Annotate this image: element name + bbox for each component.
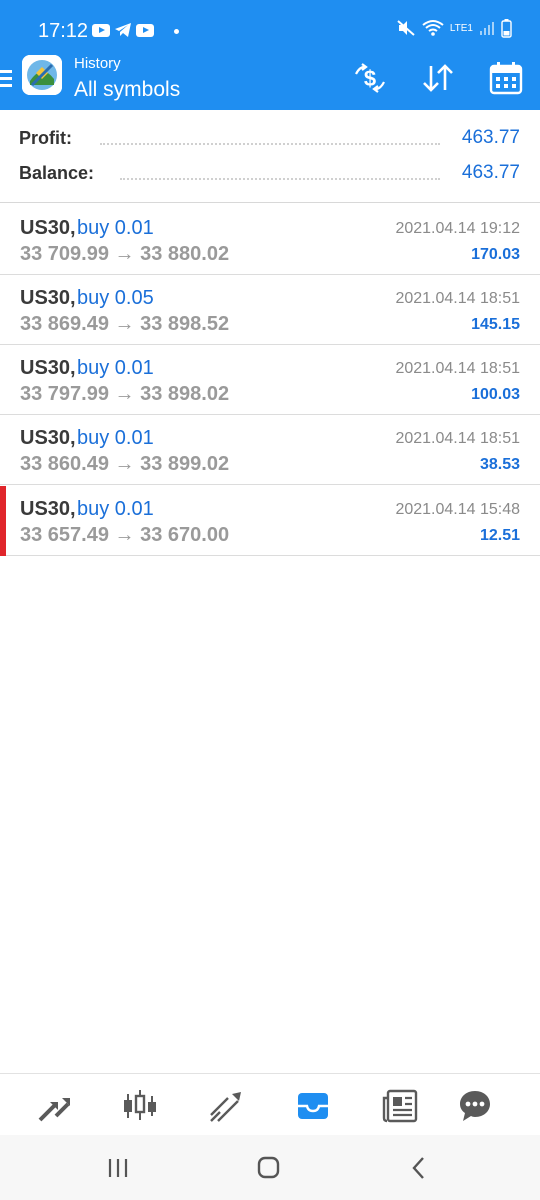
trade-side: buy 0.01 — [77, 498, 154, 520]
svg-text:$: $ — [364, 66, 376, 91]
selection-marker — [0, 486, 6, 556]
arrow-glyph: → — [114, 453, 135, 475]
trade-prices: 33 797.99 → 33 898.02 — [20, 383, 229, 406]
open-price: 33 797.99 — [20, 383, 109, 405]
arrow-glyph: → — [114, 383, 135, 405]
trade-side: buy 0.01 — [77, 427, 154, 449]
trade-prices: 33 860.49 → 33 899.02 — [20, 453, 229, 476]
trade-prices: 33 657.49 → 33 670.00 — [20, 524, 229, 547]
trade-time: 2021.04.14 19:12 — [395, 220, 520, 237]
open-price: 33 709.99 — [20, 243, 109, 265]
trade-row[interactable]: US30, buy 0.01 33 797.99 → 33 898.02 202… — [0, 345, 540, 415]
trade-symbol: US30, — [20, 427, 76, 449]
trade-time: 2021.04.14 18:51 — [395, 360, 520, 377]
close-price: 33 670.00 — [140, 524, 230, 546]
profit-value: 463.77 — [461, 127, 520, 148]
more-notifications-dot — [174, 29, 179, 34]
trade-side: buy 0.01 — [77, 357, 154, 379]
balance-value: 463.77 — [461, 162, 520, 183]
profit-label: Profit: — [19, 128, 72, 148]
trade-row-selected[interactable]: US30, buy 0.01 33 657.49 → 33 670.00 202… — [0, 486, 540, 556]
recent-apps-icon[interactable] — [103, 1155, 133, 1181]
close-price: 33 899.02 — [140, 453, 230, 475]
trade-time: 2021.04.14 15:48 — [395, 501, 520, 518]
trade-profit: 145.15 — [471, 316, 520, 333]
dotted-leader — [120, 178, 440, 180]
trade-profit: 100.03 — [471, 386, 520, 403]
trade-symbol: US30, — [20, 287, 76, 309]
open-price: 33 860.49 — [20, 453, 109, 475]
close-price: 33 898.02 — [140, 383, 230, 405]
screen-subtitle: History — [74, 55, 121, 72]
arrow-glyph: → — [114, 243, 135, 265]
symbol-filter[interactable]: All symbols — [74, 78, 180, 102]
system-status-icons: LTE1 — [396, 18, 512, 38]
youtube-icon — [92, 23, 110, 37]
sort-icon[interactable] — [420, 60, 456, 96]
trade-prices: 33 709.99 → 33 880.02 — [20, 243, 229, 266]
wifi-icon — [422, 20, 444, 36]
trade-side: buy 0.05 — [77, 287, 154, 309]
close-price: 33 880.02 — [140, 243, 230, 265]
candlestick-icon[interactable] — [122, 1088, 158, 1124]
trade-symbol: US30, — [20, 357, 76, 379]
youtube-icon — [136, 23, 154, 37]
balance-row: Balance: 463.77 — [0, 160, 540, 190]
close-price: 33 898.52 — [140, 313, 230, 335]
trade-side: buy 0.01 — [77, 217, 154, 239]
mute-icon — [397, 20, 415, 36]
balance-label: Balance: — [19, 163, 95, 183]
trade-profit: 38.53 — [479, 456, 520, 473]
trade-row[interactable]: US30, buy 0.05 33 869.49 → 33 898.52 202… — [0, 275, 540, 345]
inbox-icon[interactable] — [295, 1088, 331, 1124]
arrow-glyph: → — [114, 313, 135, 335]
open-price: 33 869.49 — [20, 313, 109, 335]
trade-time: 2021.04.14 18:51 — [395, 430, 520, 447]
signal-icon — [480, 22, 494, 35]
profit-row: Profit: 463.77 — [0, 125, 540, 155]
battery-icon — [501, 19, 512, 38]
bottom-tab-bar — [0, 1073, 540, 1135]
trade-profit: 170.03 — [471, 246, 520, 263]
trend-icon[interactable] — [208, 1088, 244, 1124]
network-type: LTE1 — [449, 22, 473, 34]
trade-profit: 12.51 — [479, 527, 520, 544]
trade-time: 2021.04.14 18:51 — [395, 290, 520, 307]
home-icon[interactable] — [253, 1155, 283, 1181]
dotted-leader — [100, 143, 440, 145]
calendar-icon[interactable] — [488, 60, 524, 96]
chat-icon[interactable] — [457, 1088, 493, 1124]
open-price: 33 657.49 — [20, 524, 109, 546]
system-nav-bar — [0, 1135, 540, 1200]
trade-row[interactable]: US30, buy 0.01 33 860.49 → 33 899.02 202… — [0, 415, 540, 485]
back-icon[interactable] — [405, 1155, 435, 1181]
newspaper-icon[interactable] — [382, 1088, 418, 1124]
menu-icon[interactable] — [0, 70, 12, 87]
app-bar: History All symbols $ — [0, 40, 540, 110]
trade-prices: 33 869.49 → 33 898.52 — [20, 313, 229, 336]
quotes-icon[interactable] — [36, 1088, 72, 1124]
metatrader-logo[interactable] — [22, 55, 62, 95]
currency-exchange-icon[interactable]: $ — [352, 60, 388, 96]
trade-symbol: US30, — [20, 498, 76, 520]
arrow-glyph: → — [114, 524, 135, 546]
trade-row[interactable]: US30, buy 0.01 33 709.99 → 33 880.02 202… — [0, 205, 540, 275]
account-summary: Profit: 463.77 Balance: 463.77 — [0, 110, 540, 203]
notification-icons — [92, 22, 154, 38]
telegram-icon — [115, 23, 131, 37]
trade-symbol: US30, — [20, 217, 76, 239]
